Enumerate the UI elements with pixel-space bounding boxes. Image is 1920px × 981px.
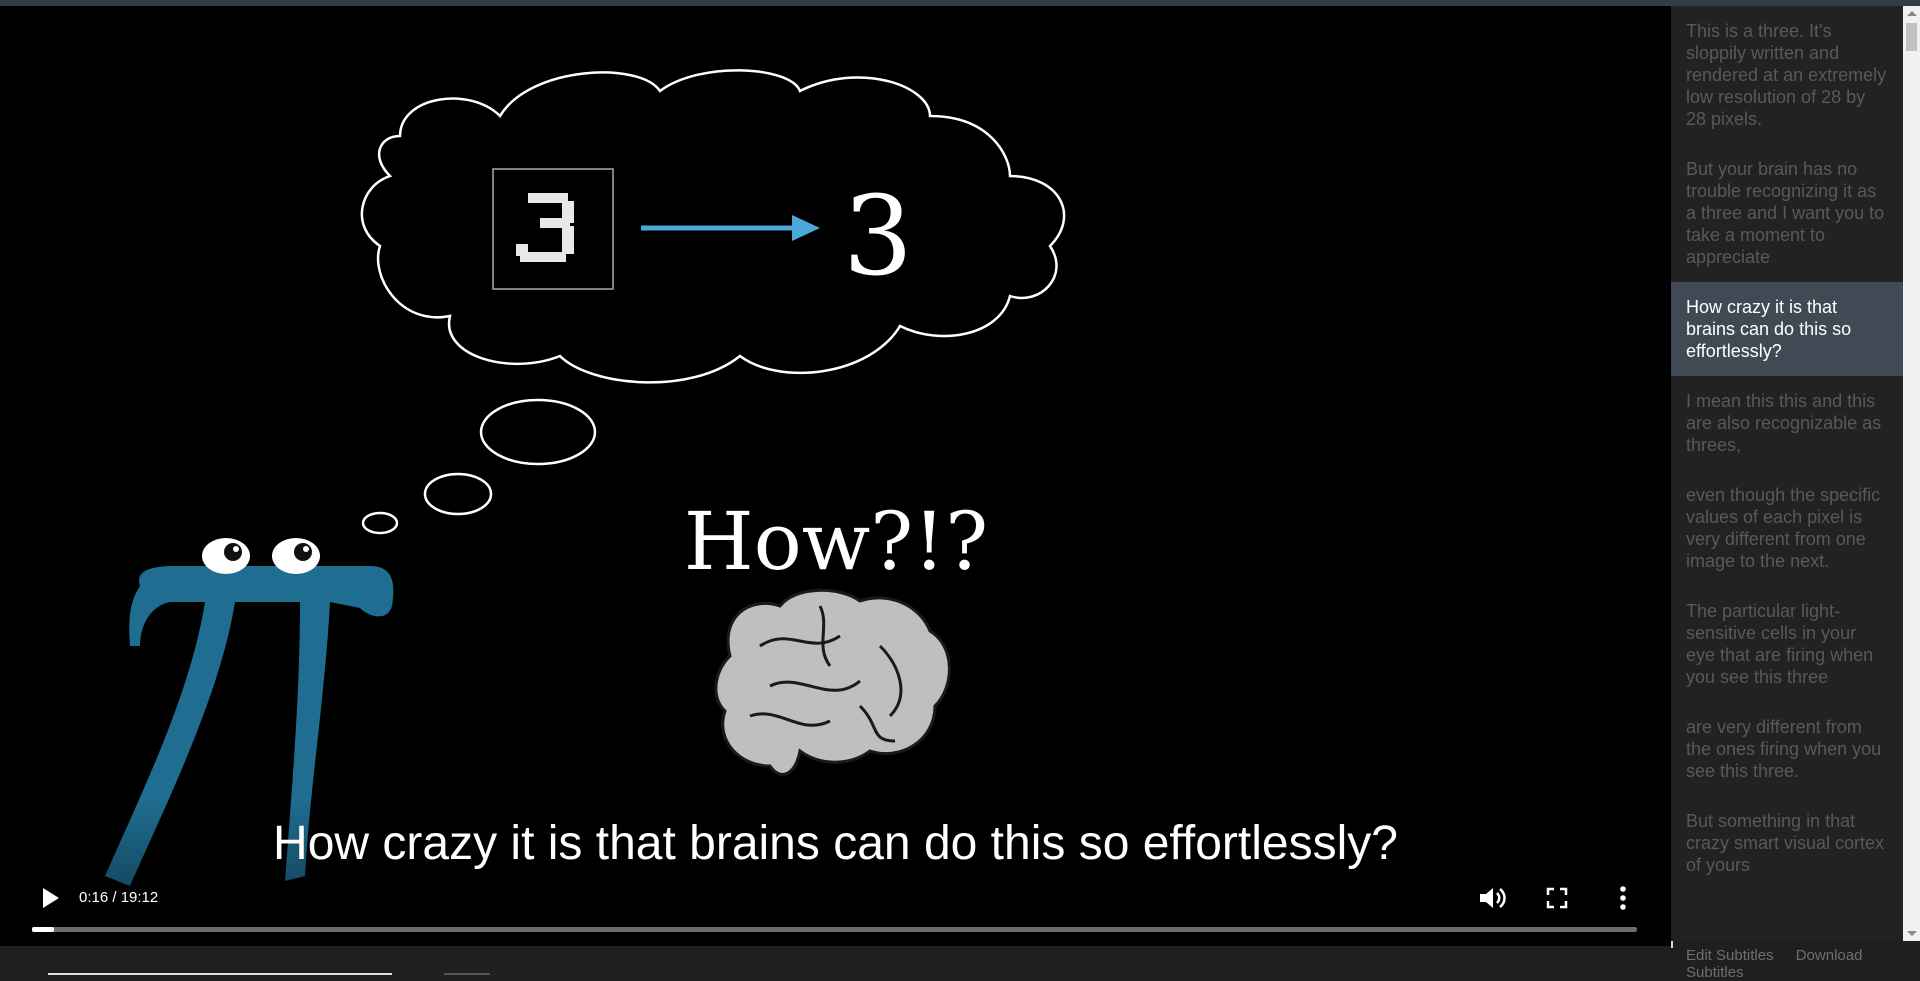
subtitle-item[interactable]: The particular light-sensitive cells in … xyxy=(1671,586,1903,702)
player-controls: 0:16 / 19:12 xyxy=(0,866,1671,946)
thought-bubble-small xyxy=(361,511,399,535)
arrow-head xyxy=(792,215,820,241)
thought-bubble-medium xyxy=(423,472,493,516)
scroll-up-arrow-icon[interactable] xyxy=(1907,11,1917,16)
scroll-thumb[interactable] xyxy=(1906,23,1917,51)
more-vert-icon[interactable] xyxy=(1606,883,1640,913)
video-frame: 3 How?!? xyxy=(105,69,1066,886)
subtitle-item[interactable]: I mean this this and this are also recog… xyxy=(1671,376,1903,470)
subtitle-item[interactable]: But your brain has no trouble recognizin… xyxy=(1671,144,1903,282)
fullscreen-icon[interactable] xyxy=(1540,883,1574,913)
progress-fill xyxy=(32,927,55,932)
scroll-down-arrow-icon[interactable] xyxy=(1907,931,1917,936)
thought-bubble-large xyxy=(479,398,597,466)
subtitle-panel: This is a three. It's sloppily written a… xyxy=(1671,6,1903,941)
how-question: How?!? xyxy=(684,495,988,588)
volume-icon[interactable] xyxy=(1476,883,1510,913)
subtitle-item[interactable]: This is a three. It's sloppily written a… xyxy=(1671,6,1903,144)
pixel-digit-box xyxy=(492,168,614,290)
time-display: 0:16 / 19:12 xyxy=(79,889,159,906)
video-caption: How crazy it is that brains can do this … xyxy=(273,817,1398,870)
subtitle-item[interactable]: How crazy it is that brains can do this … xyxy=(1671,282,1903,376)
brain-icon xyxy=(714,588,951,776)
subtitle-item[interactable]: But something in that crazy smart visual… xyxy=(1671,796,1903,890)
subtitle-scrollbar[interactable] xyxy=(1903,6,1920,941)
video-player[interactable]: 3 How?!? How crazy it is that brains can… xyxy=(0,6,1673,948)
subtitle-item[interactable]: are very different from the ones firing … xyxy=(1671,702,1903,796)
play-icon[interactable] xyxy=(36,884,64,912)
bottom-divider xyxy=(48,973,392,975)
bottom-divider-short xyxy=(444,973,490,975)
clean-three: 3 xyxy=(843,172,913,300)
page-bottom-strip xyxy=(0,946,1671,976)
edit-subtitles-link[interactable]: Edit Subtitles xyxy=(1686,947,1774,964)
subtitle-item[interactable]: even though the specific values of each … xyxy=(1671,470,1903,586)
progress-bar[interactable] xyxy=(32,927,1637,932)
